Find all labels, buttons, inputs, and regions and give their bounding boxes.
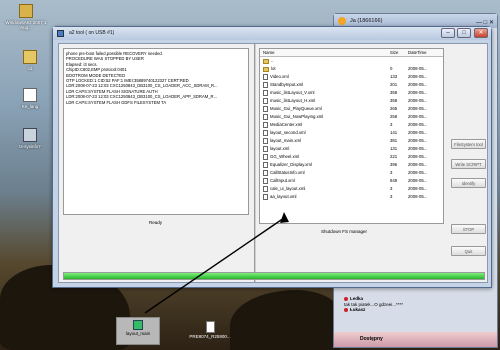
file-label: PRE8074_R25900... <box>189 334 231 339</box>
file-icon <box>133 320 143 330</box>
annotation-arrow <box>144 212 289 314</box>
document-icon <box>205 321 215 333</box>
selected-desktop-file[interactable]: layout_main <box>116 317 160 345</box>
desktop-file-pdf[interactable]: PRE8074_R25900... <box>188 321 232 339</box>
file-label: layout_main <box>125 331 151 336</box>
